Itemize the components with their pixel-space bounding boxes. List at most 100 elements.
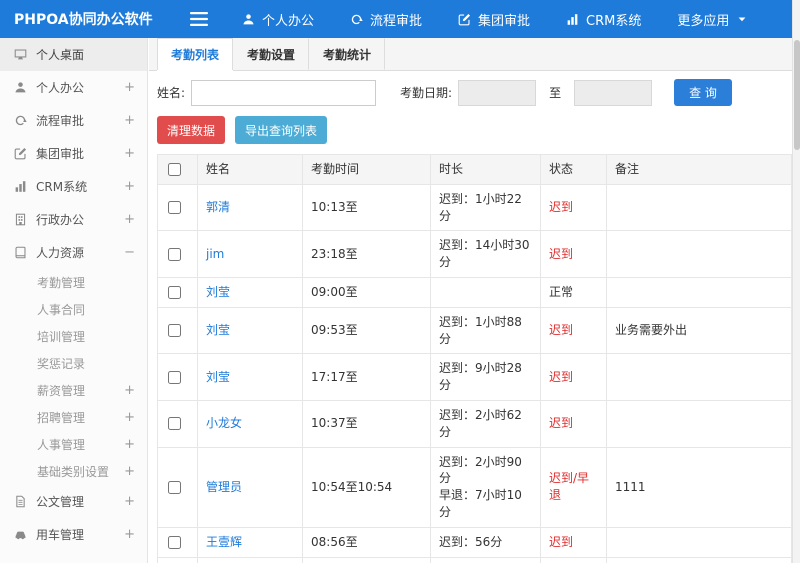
- sidebar-item-document-mgmt[interactable]: 公文管理 +: [0, 485, 147, 518]
- row-checkbox[interactable]: [168, 535, 181, 549]
- expand-toggle[interactable]: +: [124, 437, 135, 452]
- table-header-row: 姓名 考勤时间 时长 状态 备注: [157, 154, 792, 185]
- table-row: 黄蓉13:20至13:20迟到：5小时33分 早退：4小时67分迟到/早退: [157, 556, 792, 563]
- sidebar-item-base-category-settings[interactable]: 基础类别设置 +: [0, 458, 147, 485]
- status: 迟到/早退: [540, 446, 607, 528]
- sidebar-item-hr[interactable]: 人力资源 −: [0, 236, 147, 269]
- to-label: 至: [549, 86, 562, 100]
- sidebar-item-training-mgmt[interactable]: 培训管理: [0, 323, 147, 350]
- sidebar-item-attendance-mgmt[interactable]: 考勤管理: [0, 269, 147, 296]
- sidebar-item-group-approval[interactable]: 集团审批 +: [0, 137, 147, 170]
- row-checkbox[interactable]: [168, 417, 181, 431]
- app-title: PHPOA协同办公软件: [14, 12, 153, 28]
- scrollbar-thumb[interactable]: [794, 40, 800, 150]
- table-row: jim 23:18至 迟到：14小时30分 迟到: [157, 230, 792, 278]
- sidebar-item-label: 流程审批: [36, 114, 85, 128]
- employee-name-link[interactable]: jim: [206, 247, 224, 261]
- employee-name-link[interactable]: 郭清: [206, 200, 230, 214]
- remark: [606, 526, 792, 558]
- employee-name-link[interactable]: 刘莹: [206, 285, 230, 299]
- employee-name-link[interactable]: 王壹辉: [206, 535, 242, 549]
- sidebar-menu: 个人桌面 个人办公 + 流程审批 + 集团审批 + CRM系统 + 行政办公 + 人力资源 − 考勤管理人…: [0, 38, 147, 551]
- org-icon: [14, 213, 27, 226]
- topnav-item-more-apps[interactable]: 更多应用: [677, 10, 747, 29]
- sidebar-item-vehicle-mgmt[interactable]: 用车管理 +: [0, 518, 147, 551]
- tab-bar: 考勤列表 考勤设置 考勤统计: [149, 38, 792, 71]
- sidebar-item-personnel-mgmt[interactable]: 人事管理 +: [0, 431, 147, 458]
- chart-icon: [566, 13, 579, 26]
- attendance-time: 09:53至: [302, 306, 431, 355]
- attendance-time: 23:18至: [302, 230, 431, 278]
- row-checkbox[interactable]: [168, 285, 181, 299]
- topnav-item-personal-office[interactable]: 个人办公: [242, 10, 314, 29]
- date-to-input[interactable]: [574, 79, 653, 106]
- expand-toggle[interactable]: −: [124, 245, 135, 260]
- topnav-item-label: 个人办公: [262, 13, 315, 29]
- row-checkbox[interactable]: [168, 324, 181, 338]
- employee-name-link[interactable]: 管理员: [206, 480, 242, 494]
- search-button[interactable]: 查 询: [674, 79, 732, 106]
- expand-toggle[interactable]: +: [124, 113, 135, 128]
- expand-toggle[interactable]: +: [124, 410, 135, 425]
- employee-name-link[interactable]: 小龙女: [206, 416, 242, 430]
- menu-toggle-icon[interactable]: [190, 12, 208, 26]
- sidebar-item-label: 培训管理: [37, 330, 86, 344]
- topnav-item-label: 集团审批: [478, 13, 531, 29]
- topnav-item-group-approval[interactable]: 集团审批: [458, 10, 530, 29]
- desktop-icon: [14, 48, 27, 61]
- table-row: 刘莹 17:17至 迟到：9小时28分 迟到: [157, 353, 792, 401]
- expand-toggle[interactable]: +: [124, 212, 135, 227]
- export-list-button[interactable]: 导出查询列表: [235, 116, 328, 144]
- attendance-table: 姓名 考勤时间 时长 状态 备注 郭清 10:13至 迟到：1小时22分 迟到 jim 2…: [157, 154, 792, 563]
- tab-attendance-list[interactable]: 考勤列表: [157, 38, 234, 70]
- sidebar-item-personal-office[interactable]: 个人办公 +: [0, 71, 147, 104]
- user-icon: [242, 13, 255, 26]
- topnav-item-crm-system[interactable]: CRM系统: [566, 10, 641, 29]
- employee-name-link[interactable]: 刘莹: [206, 323, 230, 337]
- table-row: 小龙女 10:37至 迟到：2小时62分 迟到: [157, 399, 792, 448]
- tab-attendance-settings[interactable]: 考勤设置: [233, 38, 310, 70]
- sidebar-item-label: 奖惩记录: [37, 357, 86, 371]
- row-checkbox[interactable]: [168, 480, 181, 494]
- tab-attendance-stats[interactable]: 考勤统计: [309, 38, 386, 70]
- attendance-time: 10:13至: [302, 183, 431, 232]
- header-remark: 备注: [606, 154, 792, 185]
- select-all-checkbox[interactable]: [168, 163, 181, 176]
- expand-toggle[interactable]: +: [124, 383, 135, 398]
- sidebar-item-hr-contract[interactable]: 人事合同: [0, 296, 147, 323]
- sidebar-item-label: 个人办公: [36, 81, 85, 95]
- action-bar: 清理数据 导出查询列表: [149, 114, 792, 154]
- sidebar-item-recruitment-mgmt[interactable]: 招聘管理 +: [0, 404, 147, 431]
- expand-toggle[interactable]: +: [124, 527, 135, 542]
- expand-toggle[interactable]: +: [124, 80, 135, 95]
- sidebar-item-reward-punishment[interactable]: 奖惩记录: [0, 350, 147, 377]
- sidebar-item-salary-mgmt[interactable]: 薪资管理 +: [0, 377, 147, 404]
- edit-icon: [14, 147, 27, 160]
- status: 迟到: [540, 230, 607, 278]
- employee-name-link[interactable]: 刘莹: [206, 370, 230, 384]
- expand-toggle[interactable]: +: [124, 179, 135, 194]
- topnav-item-label: 更多应用: [677, 13, 730, 29]
- top-nav: 个人办公 流程审批 集团审批 CRM系统 更多应用: [242, 10, 747, 29]
- remark: 1111: [606, 446, 792, 528]
- topnav-item-workflow-approval[interactable]: 流程审批: [350, 10, 422, 29]
- sidebar-item-label: 人力资源: [36, 246, 85, 260]
- clean-data-button[interactable]: 清理数据: [157, 116, 226, 144]
- name-input[interactable]: [191, 79, 377, 106]
- expand-toggle[interactable]: +: [124, 464, 135, 479]
- sidebar-item-workflow-approval[interactable]: 流程审批 +: [0, 104, 147, 137]
- scrollbar[interactable]: [792, 0, 800, 563]
- row-checkbox[interactable]: [168, 370, 181, 384]
- sidebar-item-personal-desktop[interactable]: 个人桌面: [0, 38, 147, 71]
- sidebar-item-crm-system[interactable]: CRM系统 +: [0, 170, 147, 203]
- expand-toggle[interactable]: +: [124, 146, 135, 161]
- date-from-input[interactable]: [458, 79, 537, 106]
- duration: 迟到：5小时33分 早退：4小时67分: [430, 556, 541, 563]
- row-checkbox[interactable]: [168, 201, 181, 215]
- sidebar-item-admin-office[interactable]: 行政办公 +: [0, 203, 147, 236]
- row-checkbox[interactable]: [168, 247, 181, 261]
- expand-toggle[interactable]: +: [124, 494, 135, 509]
- topnav-item-label: CRM系统: [586, 13, 642, 29]
- attendance-time: 13:20至13:20: [302, 556, 431, 563]
- duration: 迟到：2小时90分 早退：7小时10分: [430, 446, 541, 528]
